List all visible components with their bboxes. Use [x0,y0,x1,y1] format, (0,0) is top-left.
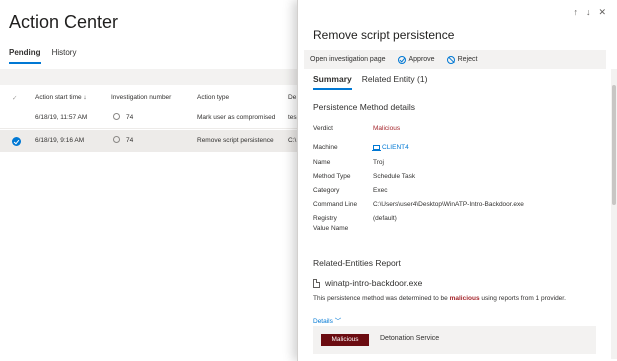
column-header-action-type[interactable]: Action type [197,94,229,101]
select-all-checkbox[interactable]: ✓ [12,94,17,102]
tab-related-entity[interactable]: Related Entity (1) [362,74,428,90]
file-entry: winatp-intro-backdoor.exe [313,278,422,288]
provider-name: Detonation Service [380,335,440,342]
reject-button[interactable]: Reject [441,55,484,64]
table-row[interactable]: 6/18/19, 11:57 AM 74 Mark user as compro… [0,107,300,129]
category-value: Exec [373,187,388,194]
machine-value: CLIENT4 [382,144,409,151]
tab-summary[interactable]: Summary [313,74,352,90]
name-value: Troj [373,159,384,166]
row-action-type: Remove script persistence [197,137,274,144]
command-line-label: Command Line [313,201,358,208]
file-name: winatp-intro-backdoor.exe [325,278,423,288]
approve-button[interactable]: Approve [392,55,441,64]
report-description: This persistence method was determined t… [313,295,566,302]
investigation-gear-icon [113,113,123,120]
action-center-tabs: Pending History [9,48,76,64]
panel-controls: ↑ ↓ ✕ [573,7,606,18]
details-toggle[interactable]: Details ﹀ [313,315,341,325]
row-selected-check-icon[interactable] [12,137,21,146]
sort-down-icon: ↓ [83,94,87,101]
report-section-title: Related-Entities Report [313,258,401,268]
arrow-up-icon[interactable]: ↑ [573,7,578,18]
column-header-start-time[interactable]: Action start time ↓ [35,94,87,101]
category-label: Category [313,187,340,194]
file-icon [313,278,320,288]
table-row-selected[interactable]: 6/18/19, 9:16 AM 74 Remove script persis… [0,130,300,152]
check-circle-icon [397,55,406,64]
column-header-truncated[interactable]: De [288,94,296,101]
panel-tabs: Summary Related Entity (1) [313,74,427,90]
registry-value: (default) [373,215,397,222]
malicious-badge: Malicious [321,334,369,346]
approve-label: Approve [408,56,435,63]
row-investigation-number[interactable]: 74 [126,114,133,121]
row-start-time: 6/18/19, 11:57 AM [35,114,88,121]
verdict-value: Malicious [373,125,401,132]
chevron-down-icon: ﹀ [334,318,342,325]
panel-scrollbar-thumb[interactable] [612,85,616,205]
tab-history[interactable]: History [52,48,77,64]
column-header-start-time-label: Action start time [35,94,82,101]
machine-link[interactable]: CLIENT4 [372,143,409,153]
row-investigation-number[interactable]: 74 [126,137,133,144]
block-icon [446,55,455,64]
row-start-time: 6/18/19, 9:16 AM [35,137,85,144]
close-icon[interactable]: ✕ [598,7,606,18]
details-label: Details [313,318,333,325]
investigation-gear-icon [113,136,123,143]
method-type-value: Schedule Task [373,173,416,180]
desc-post: using reports from 1 provider. [479,295,566,302]
tab-pending[interactable]: Pending [9,48,41,64]
persistence-section-title: Persistence Method details [313,102,416,112]
name-label: Name [313,159,331,166]
computer-icon [372,144,381,151]
panel-title: Remove script persistence [313,28,455,42]
desc-pre: This persistence method was determined t… [313,295,450,302]
column-header-investigation[interactable]: Investigation number [111,94,171,101]
open-investigation-label: Open investigation page [310,56,386,63]
table-header: ✓ Action start time ↓ Investigation numb… [0,90,300,106]
page-title: Action Center [9,12,119,32]
registry-label: Registry Value Name [313,215,349,232]
command-line-value: C:\Users\user4\Desktop\WinATP-Intro-Back… [373,201,524,208]
desc-malicious: malicious [449,295,480,302]
row-action-type: Mark user as compromised [197,114,276,121]
panel-content: Summary Related Entity (1) Persistence M… [304,69,606,361]
reject-label: Reject [457,56,478,63]
provider-result: Malicious Detonation Service [313,326,596,354]
details-panel: ↑ ↓ ✕ Remove script persistence Open inv… [297,0,617,361]
method-type-label: Method Type [313,173,351,180]
open-investigation-button[interactable]: Open investigation page [304,56,392,63]
command-bar [0,69,300,85]
machine-label: Machine [313,144,338,151]
verdict-label: Verdict [313,125,333,132]
arrow-down-icon[interactable]: ↓ [586,7,591,18]
row-extra: C:\ [288,137,297,144]
panel-command-bar: Open investigation page Approve Reject [304,50,606,69]
row-extra: tes [288,114,297,121]
